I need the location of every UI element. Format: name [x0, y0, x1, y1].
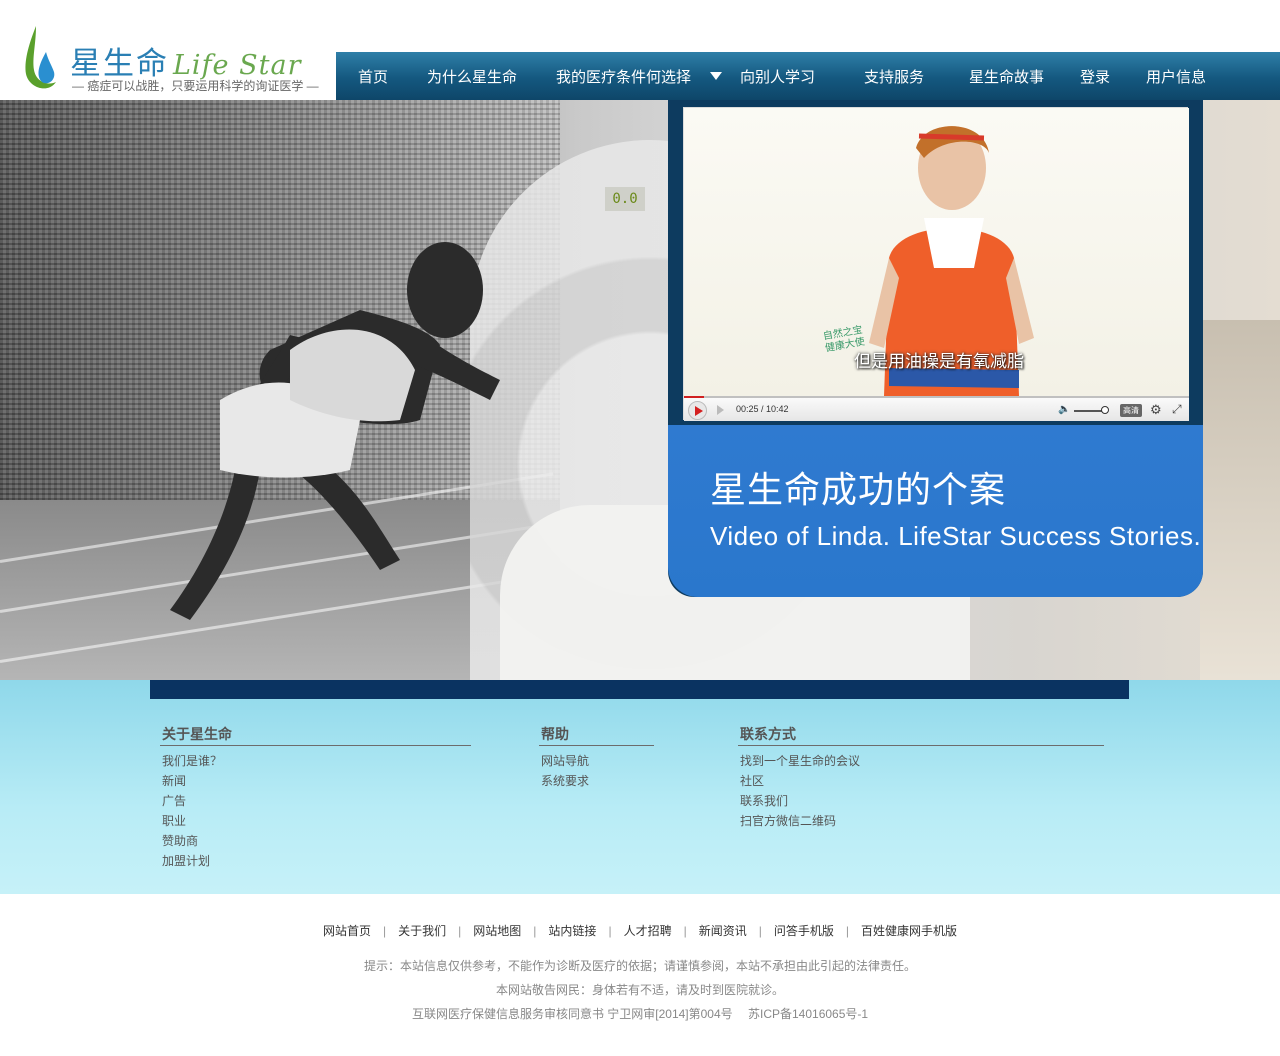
bottom-link-internal[interactable]: 站内链接 — [548, 924, 596, 938]
nav-why-lifestar[interactable]: 为什么星生命 — [427, 52, 517, 100]
footer-link[interactable]: 社区 — [738, 771, 1104, 791]
separator: | — [683, 924, 687, 938]
bottom-footer: 网站首页 | 关于我们 | 网站地图 | 站内链接 | 人才招聘 | 新闻资讯 | 问答手机版 | 百姓健康… — [0, 894, 1280, 1056]
bottom-link-news[interactable]: 新闻资讯 — [699, 924, 747, 938]
logo[interactable]: 星生命 Life Star — 癌症可以战胜，只要运用科学的询证医学 — — [0, 0, 336, 100]
footer-link[interactable]: 职业 — [160, 811, 471, 831]
nav-medical-options[interactable]: 我的医疗条件何选择 — [556, 52, 691, 100]
license-info: 互联网医疗保健信息服务审核同意书 宁卫网审[2014]第004号 苏ICP备14… — [411, 1007, 869, 1021]
page: 星生命 Life Star — 癌症可以战胜，只要运用科学的询证医学 — 首页 为… — [0, 0, 1280, 1056]
logo-slogan: — 癌症可以战胜，只要运用科学的询证医学 — — [72, 79, 319, 93]
footer-link[interactable]: 系统要求 — [539, 771, 654, 791]
footer-column-contact: 联系方式 找到一个星生命的会议 社区 联系我们 扫官方微信二维码 — [738, 724, 1104, 831]
volume-icon[interactable]: 🔈 — [1058, 404, 1070, 415]
footer-column-about: 关于星生命 我们是谁？ 新闻 广告 职业 赞助商 加盟计划 — [160, 724, 471, 871]
hero-banner: 0.0 自然之宝 健康大使 但是用油操是有氧减脂 00:25 / 10:42 🔈… — [0, 100, 1280, 680]
equipment-image — [1200, 320, 1280, 680]
bottom-link-about[interactable]: 关于我们 — [398, 924, 446, 938]
bottom-link-health-mobile[interactable]: 百姓健康网手机版 — [861, 924, 957, 938]
footer-link[interactable]: 扫官方微信二维码 — [738, 811, 1104, 831]
video-screen[interactable]: 自然之宝 健康大使 但是用油操是有氧减脂 — [684, 108, 1189, 396]
gear-icon[interactable]: ⚙ — [1150, 402, 1162, 418]
footer-column-help: 帮助 网站导航 系统要求 — [539, 724, 654, 791]
nav-login[interactable]: 登录 — [1080, 52, 1110, 100]
footer-column-title: 联系方式 — [738, 724, 1104, 746]
video-progress-bar[interactable] — [684, 396, 705, 398]
footer-column-title: 关于星生命 — [160, 724, 471, 746]
quality-button[interactable]: 高清 — [1120, 404, 1142, 417]
nav-learn-from-others[interactable]: 向别人学习 — [740, 52, 815, 100]
nav-home[interactable]: 首页 — [358, 52, 388, 100]
header: 星生命 Life Star — 癌症可以战胜，只要运用科学的询证医学 — 首页 为… — [0, 0, 1280, 100]
footer-link[interactable]: 赞助商 — [160, 831, 471, 851]
disclaimer-advice: 本网站敬告网民：身体若有不适，请及时到医院就诊。 — [495, 983, 784, 997]
sprinter-illustration — [170, 242, 500, 620]
video-panel: 自然之宝 健康大使 但是用油操是有氧减脂 00:25 / 10:42 🔈 高清 ⚙… — [668, 100, 1203, 597]
footer-link[interactable]: 找到一个星生命的会议 — [738, 751, 1104, 771]
bottom-link-qa-mobile[interactable]: 问答手机版 — [774, 924, 834, 938]
separator: | — [458, 924, 462, 938]
main-nav: 首页 为什么星生命 我的医疗条件何选择 向别人学习 支持服务 星生命故事 登录 … — [336, 52, 1280, 100]
video-player[interactable]: 自然之宝 健康大使 但是用油操是有氧减脂 00:25 / 10:42 🔈 高清 ⚙… — [683, 107, 1189, 421]
footer-divider-bar — [150, 680, 1129, 699]
caption-subtitle: Video of Linda. LifeStar Success Stories… — [710, 521, 1202, 551]
footer-links: 关于星生命 我们是谁？ 新闻 广告 职业 赞助商 加盟计划 帮助 网站导航 系统… — [0, 680, 1280, 894]
volume-knob[interactable] — [1101, 406, 1109, 414]
play-icon[interactable] — [688, 401, 707, 420]
video-timecode: 00:25 / 10:42 — [736, 404, 789, 414]
separator: | — [383, 924, 387, 938]
footer-link[interactable]: 联系我们 — [738, 791, 1104, 811]
video-subtitle: 但是用油操是有氧减脂 — [854, 352, 1024, 371]
bottom-link-jobs[interactable]: 人才招聘 — [624, 924, 672, 938]
nav-user-info[interactable]: 用户信息 — [1146, 52, 1206, 100]
scanner-display: 0.0 — [605, 187, 645, 211]
volume-slider[interactable] — [1074, 410, 1104, 412]
nav-support[interactable]: 支持服务 — [864, 52, 924, 100]
footer-column-title: 帮助 — [539, 724, 654, 746]
footer-link[interactable]: 新闻 — [160, 771, 471, 791]
caption-title: 星生命成功的个案 — [710, 469, 1007, 510]
separator: | — [845, 924, 849, 938]
separator: | — [758, 924, 762, 938]
bottom-nav: 网站首页 | 关于我们 | 网站地图 | 站内链接 | 人才招聘 | 新闻资讯 | 问答手机版 | 百姓健康… — [0, 922, 1280, 939]
fullscreen-icon[interactable]: ⤢ — [1172, 402, 1182, 417]
video-caption: 星生命成功的个案 Video of Linda. LifeStar Succes… — [668, 425, 1203, 597]
footer-link[interactable]: 加盟计划 — [160, 851, 471, 871]
water-drop-icon — [25, 26, 56, 89]
disclaimer-notice: 提示：本站信息仅供参考，不能作为诊断及医疗的依据；请谨慎参阅，本站不承担由此引起… — [363, 959, 916, 973]
footer-link[interactable]: 网站导航 — [539, 751, 654, 771]
next-icon[interactable] — [717, 405, 724, 415]
nav-stories[interactable]: 星生命故事 — [969, 52, 1044, 100]
separator: | — [608, 924, 612, 938]
footer-link[interactable]: 我们是谁？ — [160, 751, 471, 771]
separator: | — [533, 924, 537, 938]
bottom-link-sitemap[interactable]: 网站地图 — [473, 924, 521, 938]
footer-link[interactable]: 广告 — [160, 791, 471, 811]
chevron-down-icon[interactable] — [710, 72, 722, 80]
bottom-link-home[interactable]: 网站首页 — [323, 924, 371, 938]
video-controls: 00:25 / 10:42 🔈 高清 ⚙ ⤢ — [684, 396, 1189, 421]
